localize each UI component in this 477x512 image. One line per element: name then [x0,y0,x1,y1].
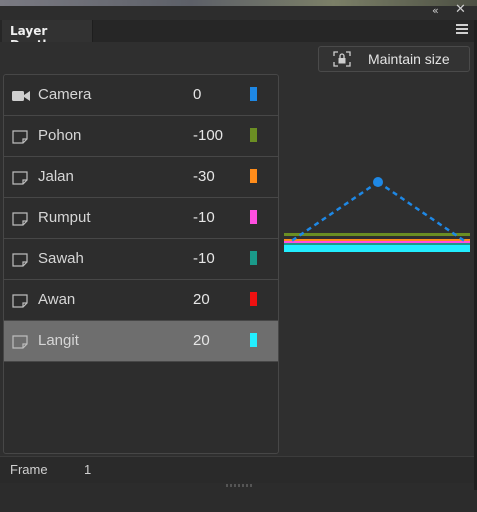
camera-position-marker [373,177,383,187]
layer-row-awan[interactable]: Awan 20 [4,280,278,321]
layer-depth-value[interactable]: -10 [193,250,215,267]
langit-depth-line [284,245,470,252]
layer-color-swatch[interactable] [250,292,257,306]
layer-color-swatch[interactable] [250,251,257,265]
maintain-size-label: Maintain size [368,51,450,67]
status-bar: Frame 1 [0,456,477,483]
jalan-depth-line [284,239,470,241]
layer-name: Jalan [38,168,74,185]
collapse-icon[interactable]: « [432,4,439,17]
frame-label: Frame [10,462,48,477]
close-icon[interactable]: ✕ [455,2,466,17]
layer-color-swatch[interactable] [250,333,257,347]
sawah-depth-line [284,243,470,245]
layer-depth-value[interactable]: -10 [193,209,215,226]
layer-row-sawah[interactable]: Sawah -10 [4,239,278,280]
layer-icon [12,252,28,271]
depth-preview [284,177,470,252]
maintain-size-button[interactable]: Maintain size [318,46,470,72]
layer-icon [12,293,28,312]
layer-row-jalan[interactable]: Jalan -30 [4,157,278,198]
layer-color-swatch[interactable] [250,210,257,224]
layer-name: Langit [38,332,79,349]
layer-icon [12,129,28,148]
layer-depth-value[interactable]: 20 [193,291,210,308]
layer-name: Sawah [38,250,84,267]
layer-depth-value[interactable]: -100 [193,127,223,144]
layer-color-swatch[interactable] [250,87,257,101]
layer-depth-value[interactable]: 0 [193,86,201,103]
layer-row-camera[interactable]: Camera 0 [4,75,278,116]
frame-value[interactable]: 1 [84,462,91,477]
camera-icon [12,88,30,107]
tab-bar: Layer Depth [0,20,477,52]
layer-color-swatch[interactable] [250,128,257,142]
layer-name: Pohon [38,127,82,144]
layer-color-swatch[interactable] [250,169,257,183]
title-bar-fill [0,6,477,20]
rumput-depth-line [284,241,470,243]
layer-row-rumput[interactable]: Rumput -10 [4,198,278,239]
layer-icon [12,211,28,230]
layer-depth-panel: Maintain size Camera 0 Pohon -100 Jalan -30 Ru… [0,42,477,482]
layer-row-langit[interactable]: Langit 20 [4,321,278,362]
lock-frame-icon [333,51,351,71]
layer-name: Rumput [38,209,91,226]
layer-name: Awan [38,291,76,308]
panel-menu-icon[interactable] [456,24,468,36]
layer-list: Camera 0 Pohon -100 Jalan -30 Rumput -10 Sawah -1… [3,74,279,454]
pohon-depth-line [284,233,470,236]
layer-icon [12,334,28,353]
resize-grip[interactable] [226,484,252,487]
layer-name: Camera [38,86,92,103]
layer-icon [12,170,28,189]
layer-depth-value[interactable]: 20 [193,332,210,349]
layer-depth-value[interactable]: -30 [193,168,215,185]
panel-title-bar: « ✕ [0,0,477,20]
layer-row-pohon[interactable]: Pohon -100 [4,116,278,157]
tab-layer-depth[interactable]: Layer Depth [2,20,93,52]
